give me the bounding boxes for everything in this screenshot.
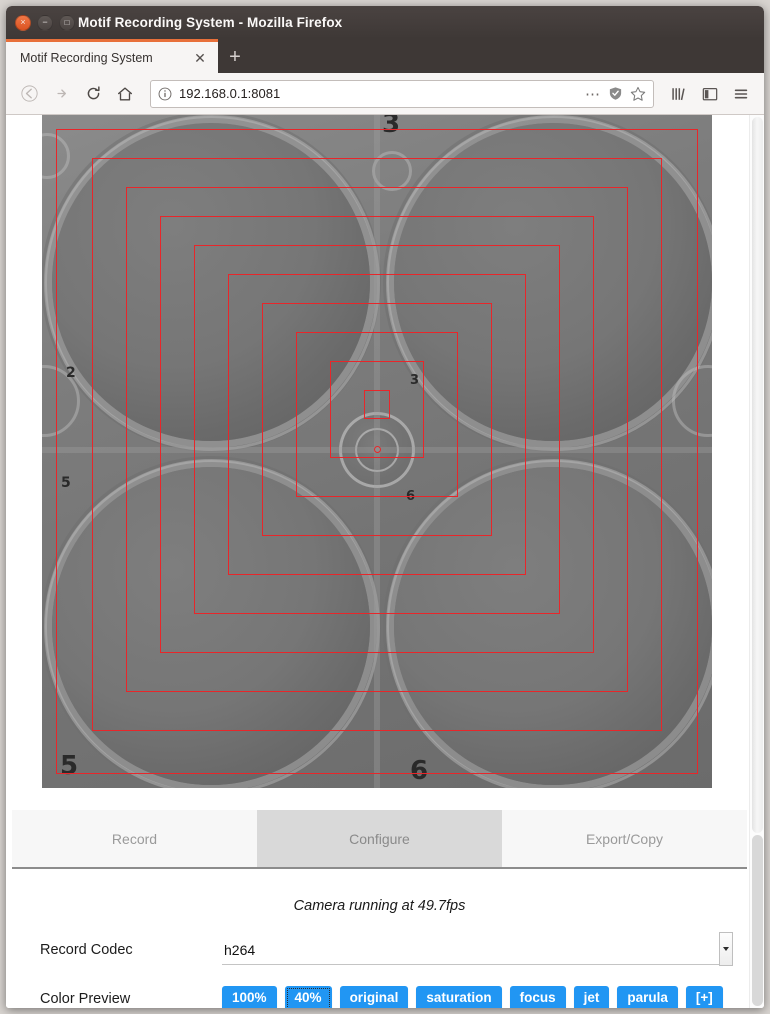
color-preview-button-group: 100% 40% original saturation focus jet parula […	[222, 986, 723, 1008]
reload-button[interactable]	[78, 79, 108, 109]
motif-app: 3 2 5 3 6 5 6 Record Configure Export/Co…	[6, 115, 749, 1008]
tab-export-copy-label: Export/Copy	[585, 830, 664, 847]
tab-configure[interactable]: Configure	[257, 810, 502, 867]
roi-center-marker	[374, 446, 381, 453]
color-preview-button-original[interactable]: original	[339, 986, 409, 1008]
chevron-down-icon[interactable]	[719, 932, 733, 966]
configure-panel: Camera running at 49.7fps Record Codec h…	[12, 869, 747, 1008]
roi-rectangle	[262, 303, 492, 536]
roi-rectangle	[364, 390, 390, 419]
tab-configure-label: Configure	[349, 830, 410, 847]
page-info-icon[interactable]	[158, 87, 172, 101]
browser-nav-toolbar: 192.168.0.1:8081 ⋯	[6, 73, 764, 115]
bookmark-star-icon[interactable]	[630, 86, 646, 102]
forward-arrow-icon	[56, 89, 66, 98]
maximize-icon: □	[64, 17, 70, 27]
library-icon[interactable]	[664, 79, 694, 109]
color-preview-button-100[interactable]: 100%	[222, 986, 277, 1008]
scrollbar-track[interactable]	[752, 835, 763, 1006]
minimize-icon: −	[42, 17, 48, 27]
toolbar-right-buttons	[664, 79, 756, 109]
tab-export-copy[interactable]: Export/Copy	[502, 810, 747, 867]
roi-rectangle	[330, 361, 424, 458]
record-codec-select[interactable]: h264	[222, 932, 733, 966]
panel-spacer	[6, 788, 749, 810]
roi-rectangle	[92, 158, 662, 731]
roi-rectangle	[160, 216, 594, 653]
tab-record[interactable]: Record	[12, 810, 257, 867]
window-title-bar: × − □ Motif Recording System - Mozilla F…	[6, 6, 764, 39]
roi-rectangle	[296, 332, 458, 497]
tab-close-icon[interactable]: ✕	[190, 48, 210, 68]
window-controls: × − □	[15, 14, 75, 31]
browser-tab-motif-recording-system[interactable]: Motif Recording System ✕	[6, 39, 218, 73]
url-bar[interactable]: 192.168.0.1:8081 ⋯	[150, 79, 654, 108]
home-button[interactable]	[110, 79, 140, 109]
color-preview-button-focus[interactable]: focus	[509, 986, 566, 1008]
color-preview-button-saturation[interactable]: saturation	[416, 986, 502, 1008]
roi-rectangle	[126, 187, 628, 692]
page-scrollbar[interactable]	[749, 115, 764, 1008]
color-preview-label: Color Preview	[40, 990, 131, 1007]
color-preview-button-parula[interactable]: parula	[617, 986, 678, 1008]
window-maximize-button[interactable]: □	[59, 14, 75, 31]
window-minimize-button[interactable]: −	[37, 14, 53, 31]
camera-live-view[interactable]: 3 2 5 3 6 5 6	[42, 115, 712, 788]
shield-icon[interactable]	[608, 86, 623, 101]
browser-tab-label: Motif Recording System	[20, 50, 153, 65]
color-preview-row: Color Preview 100% 40% original saturation f…	[26, 986, 733, 1008]
sidebar-icon[interactable]	[695, 79, 725, 109]
record-codec-value: h264	[224, 941, 256, 958]
page-actions-icon[interactable]: ⋯	[585, 85, 601, 103]
url-text[interactable]: 192.168.0.1:8081	[179, 86, 578, 101]
color-preview-button-jet[interactable]: jet	[573, 986, 610, 1008]
color-preview-button-40[interactable]: 40%	[284, 986, 332, 1008]
browser-tab-strip: Motif Recording System ✕ +	[6, 39, 764, 73]
reload-icon	[87, 86, 100, 100]
back-button[interactable]	[14, 79, 44, 109]
roi-rectangle	[228, 274, 526, 575]
window-title: Motif Recording System - Mozilla Firefox	[78, 15, 343, 30]
hamburger-menu-icon[interactable]	[726, 79, 756, 109]
home-icon	[118, 86, 132, 101]
roi-rectangle	[194, 245, 560, 614]
page-content: 3 2 5 3 6 5 6 Record Configure Export/Co…	[6, 115, 764, 1008]
tab-record-label: Record	[111, 830, 158, 847]
record-codec-row: Record Codec h264	[26, 932, 733, 966]
forward-button[interactable]	[46, 79, 76, 109]
firefox-window: × − □ Motif Recording System - Mozilla F…	[6, 6, 764, 1008]
record-codec-label: Record Codec	[40, 942, 133, 958]
window-close-button[interactable]: ×	[15, 14, 31, 31]
new-tab-button[interactable]: +	[218, 41, 252, 73]
close-icon: ×	[20, 17, 26, 27]
color-preview-button-[interactable]: [+]	[685, 986, 723, 1008]
back-arrow-icon	[20, 85, 38, 102]
panel-tab-bar: Record Configure Export/Copy	[12, 810, 747, 869]
camera-status-text: Camera running at 49.7fps	[293, 898, 466, 914]
scrollbar-thumb[interactable]	[752, 117, 763, 833]
